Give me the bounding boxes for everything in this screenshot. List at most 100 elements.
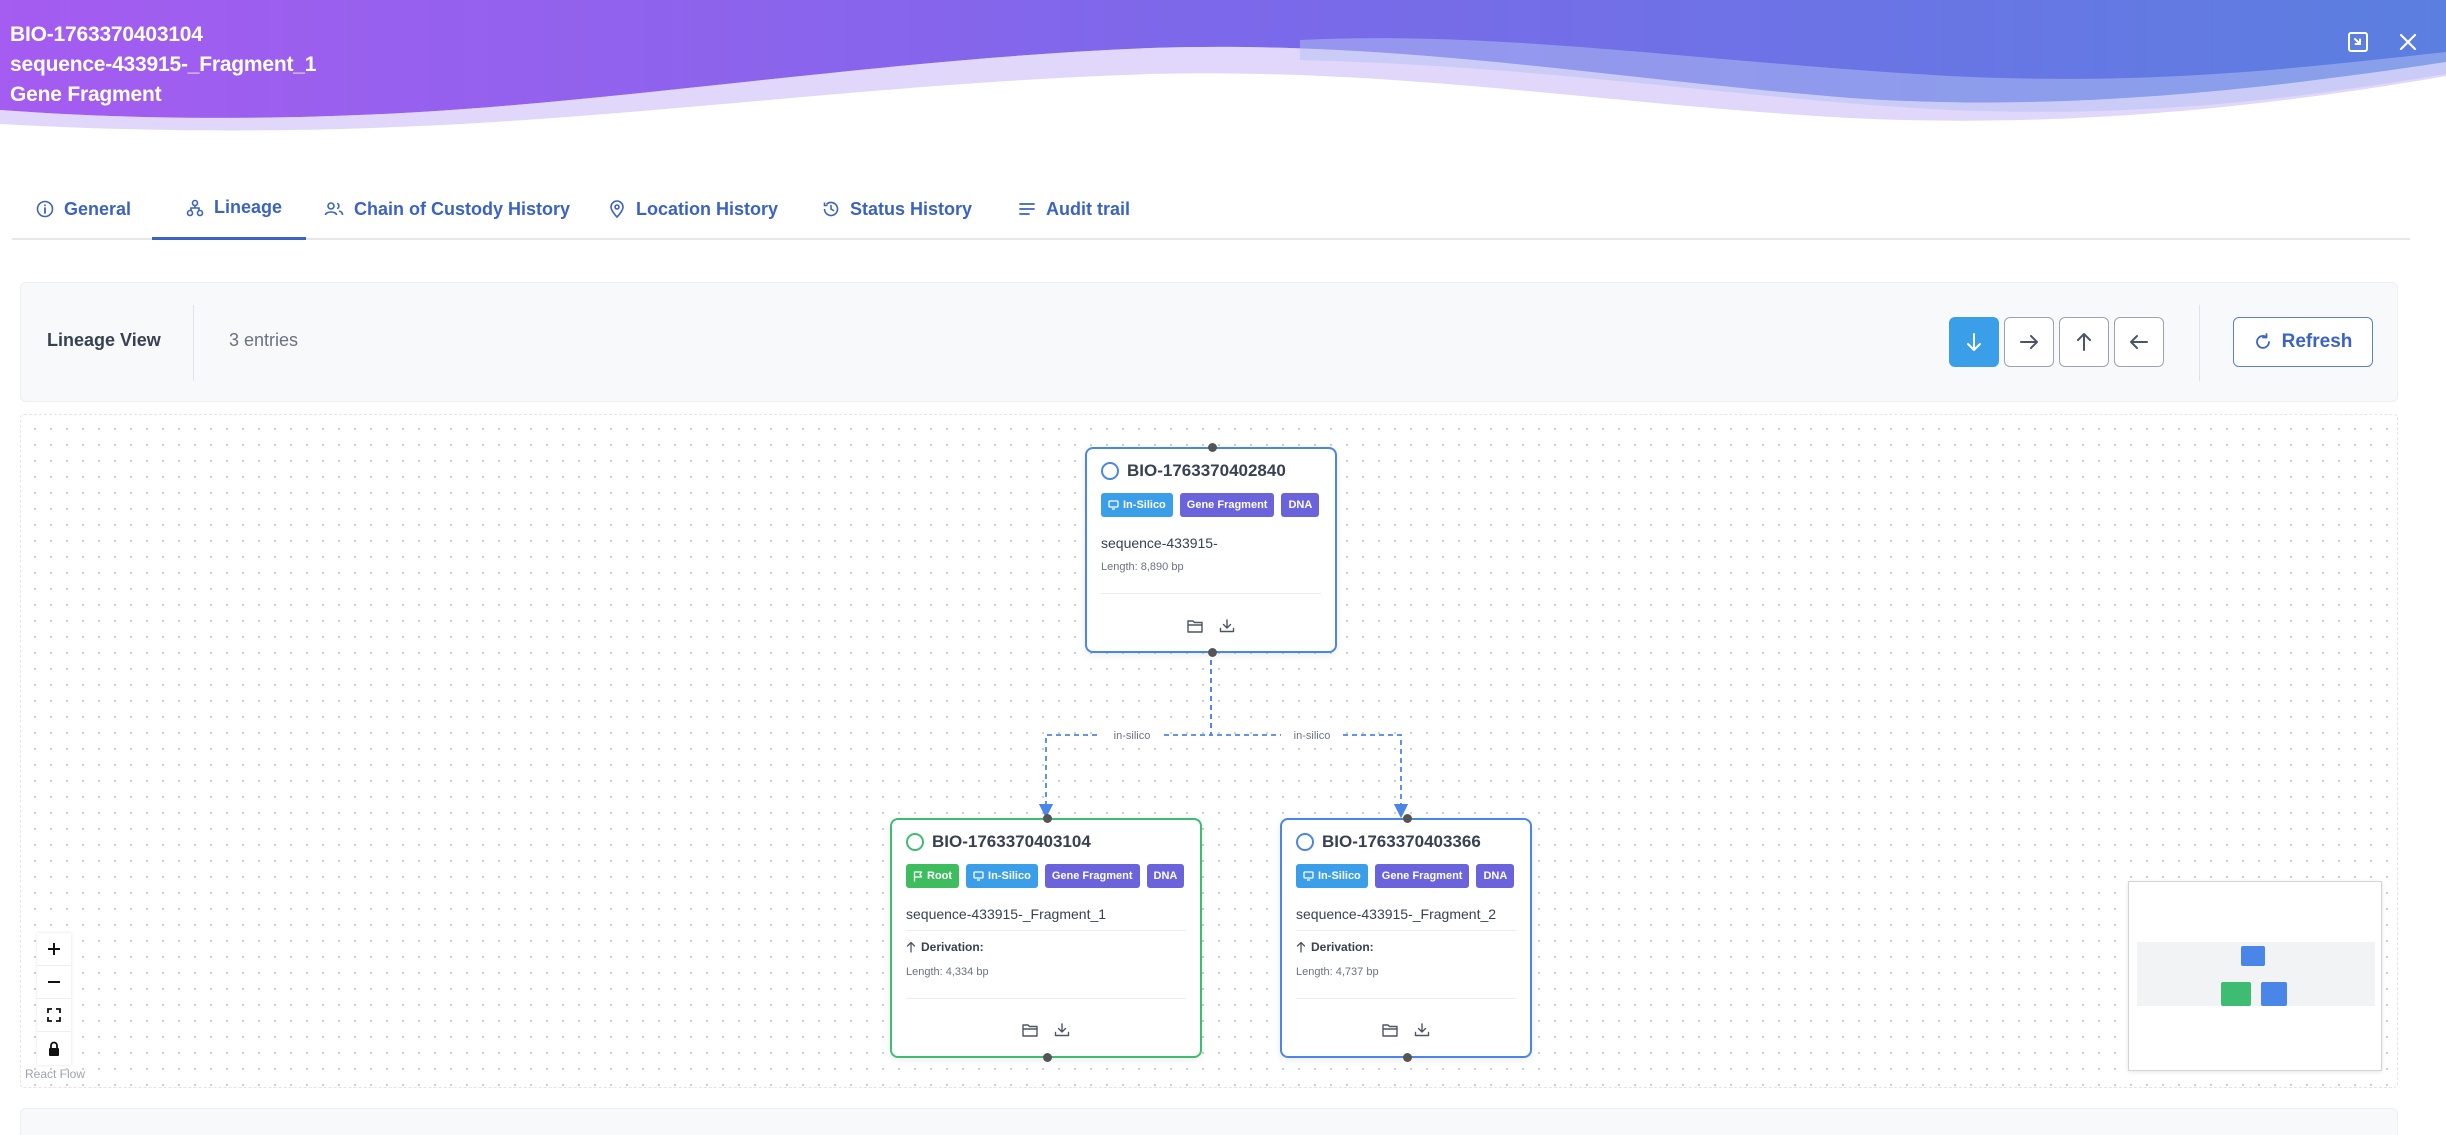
tab-chain-of-custody-label: Chain of Custody History	[354, 198, 571, 219]
lineage-flow-canvas[interactable]: in-silico in-silico BIO-1763370402840 In…	[20, 414, 2398, 1088]
badge-root: Root	[906, 864, 960, 888]
badge-in-silico: In-Silico	[1296, 864, 1368, 888]
tab-general[interactable]: General	[32, 178, 135, 240]
refresh-button[interactable]: Refresh	[2233, 317, 2373, 367]
download-icon	[1414, 1023, 1430, 1037]
node-actions	[1282, 1023, 1530, 1037]
direction-left-right-button[interactable]	[2004, 317, 2054, 367]
open-folder-button[interactable]	[1382, 1023, 1398, 1037]
tab-lineage-label: Lineage	[214, 197, 283, 217]
close-button[interactable]	[2388, 22, 2428, 62]
node-length: Length: 8,890 bp	[1101, 561, 1184, 573]
direction-right-left-button[interactable]	[2114, 317, 2164, 367]
zoom-out-button[interactable]	[37, 966, 71, 999]
node-header: BIO-1763370403104	[906, 832, 1091, 852]
download-button[interactable]	[1054, 1023, 1070, 1037]
lineage-dialog: BIO-1763370403104 sequence-433915-_Fragm…	[0, 0, 2446, 1135]
node-length: Length: 4,334 bp	[906, 966, 989, 978]
node-derivation-label: Derivation:	[921, 940, 984, 954]
lineage-toolbar: Lineage View 3 entries Refresh	[20, 282, 2398, 402]
header-sample-name: sequence-433915-_Fragment_1	[10, 53, 317, 76]
badge-label: Root	[927, 870, 953, 882]
lock-interactivity-button[interactable]	[37, 1032, 71, 1065]
close-icon	[2399, 33, 2417, 51]
collapse-icon	[2348, 32, 2368, 52]
badge-gene-fragment: Gene Fragment	[1374, 864, 1470, 888]
badge-label: In-Silico	[1123, 499, 1166, 511]
fit-view-button[interactable]	[37, 999, 71, 1032]
edge-label: in-silico	[1294, 730, 1331, 742]
folder-icon	[1382, 1024, 1398, 1037]
lineage-node-root[interactable]: BIO-1763370403104 Root In-Silico Gene Fr…	[890, 814, 1202, 1062]
flow-minimap[interactable]	[2128, 881, 2382, 1071]
minimap-node	[2241, 946, 2265, 966]
node-sequence-name: sequence-433915-_Fragment_2	[1296, 906, 1497, 922]
badge-dna: DNA	[1476, 864, 1515, 888]
tab-chain-of-custody[interactable]: Chain of Custody History	[320, 178, 574, 240]
list-icon	[1019, 203, 1035, 215]
monitor-icon	[1108, 500, 1119, 510]
minus-icon	[48, 981, 60, 983]
open-folder-button[interactable]	[1187, 619, 1203, 633]
node-id: BIO-1763370402840	[1127, 461, 1286, 480]
node-actions	[1087, 619, 1335, 633]
node-source-handle[interactable]	[1403, 1053, 1412, 1062]
node-badges: In-Silico Gene Fragment DNA	[1296, 864, 1515, 888]
zoom-in-button[interactable]	[37, 933, 71, 966]
download-button[interactable]	[1414, 1023, 1430, 1037]
tab-status-history-label: Status History	[850, 198, 973, 219]
badge-in-silico: In-Silico	[1101, 493, 1173, 517]
node-badges: Root In-Silico Gene Fragment DNA	[906, 864, 1185, 888]
toolbar-divider	[2199, 305, 2200, 381]
node-sequence-name: sequence-433915-_Fragment_1	[906, 906, 1107, 922]
badge-gene-fragment: Gene Fragment	[1179, 493, 1275, 517]
node-source-handle[interactable]	[1043, 1053, 1052, 1062]
tab-lineage[interactable]: Lineage	[152, 178, 307, 240]
node-id: BIO-1763370403104	[932, 832, 1091, 851]
node-target-handle[interactable]	[1208, 443, 1217, 452]
edge-label: in-silico	[1114, 730, 1151, 742]
node-divider	[906, 998, 1186, 999]
tab-general-label: General	[64, 198, 132, 219]
node-divider	[906, 930, 1186, 931]
direction-top-bottom-button[interactable]	[1949, 317, 1999, 367]
node-derivation: Derivation:	[1296, 940, 1374, 954]
lineage-node[interactable]: BIO-1763370403366 In-Silico Gene Fragmen…	[1280, 814, 1532, 1062]
map-pin-icon	[610, 200, 624, 218]
react-flow-attribution[interactable]: React Flow	[25, 1067, 85, 1081]
node-header: BIO-1763370402840	[1101, 461, 1286, 481]
tab-location-history-label: Location History	[636, 198, 779, 219]
badge-gene-fragment: Gene Fragment	[1044, 864, 1140, 888]
header-sample-type: Gene Fragment	[10, 83, 162, 106]
minimap-node	[2261, 982, 2287, 1006]
node-divider	[1296, 930, 1516, 931]
monitor-icon	[1303, 871, 1314, 881]
lineage-node[interactable]: BIO-1763370402840 In-Silico Gene Fragmen…	[1085, 443, 1337, 657]
node-header: BIO-1763370403366	[1296, 832, 1481, 852]
download-button[interactable]	[1219, 619, 1235, 633]
header-sample-id: BIO-1763370403104	[10, 23, 203, 46]
lineage-view-title: Lineage View	[47, 330, 161, 350]
lineage-icon	[186, 199, 204, 216]
node-id: BIO-1763370403366	[1322, 832, 1481, 851]
node-target-handle[interactable]	[1403, 814, 1412, 823]
plus-icon	[48, 943, 60, 955]
node-source-handle[interactable]	[1208, 648, 1217, 657]
refresh-icon	[2255, 333, 2270, 349]
arrow-down-icon	[1967, 333, 1981, 351]
badge-dna: DNA	[1146, 864, 1185, 888]
refresh-label: Refresh	[2281, 331, 2353, 352]
badge-in-silico: In-Silico	[966, 864, 1038, 888]
arrow-right-icon	[2020, 335, 2038, 349]
node-status-circle	[906, 833, 924, 851]
open-folder-button[interactable]	[1022, 1023, 1038, 1037]
tab-audit-trail[interactable]: Audit trail	[1014, 178, 1134, 240]
direction-bottom-top-button[interactable]	[2059, 317, 2109, 367]
tab-status-history[interactable]: Status History	[818, 178, 976, 240]
node-target-handle[interactable]	[1043, 814, 1052, 823]
node-derivation: Derivation:	[906, 940, 984, 954]
collapse-button[interactable]	[2338, 22, 2378, 62]
badge-dna: DNA	[1281, 493, 1320, 517]
tab-location-history[interactable]: Location History	[604, 178, 782, 240]
node-status-circle	[1101, 462, 1119, 480]
